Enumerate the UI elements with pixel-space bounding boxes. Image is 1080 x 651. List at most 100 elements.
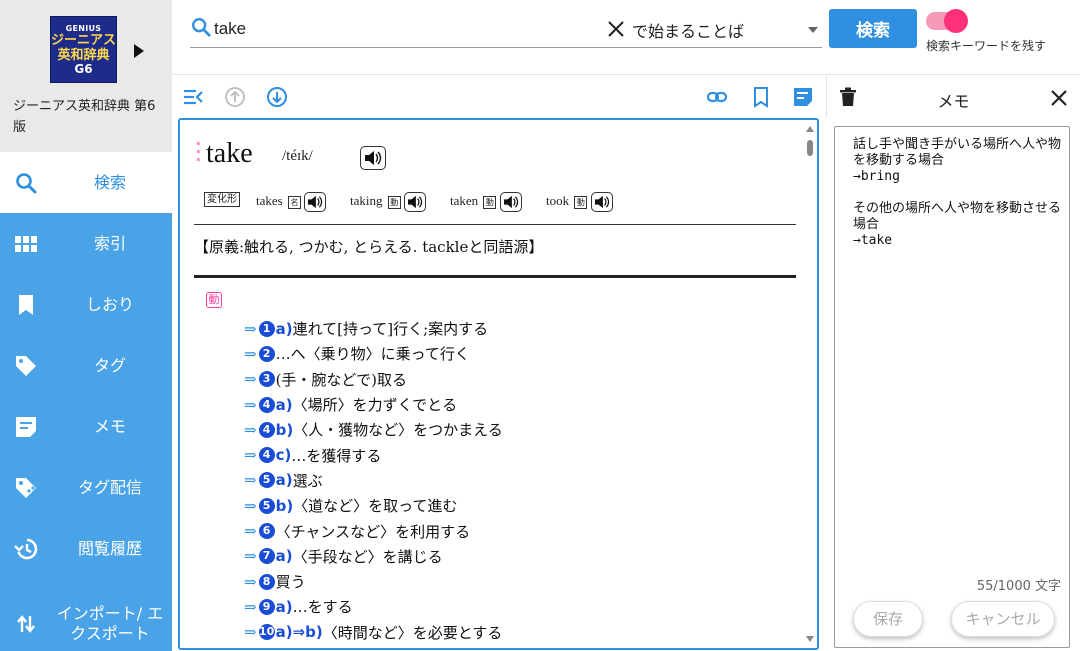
form-badge: 名 <box>287 195 301 209</box>
sidebar-item-label: タグ配信 <box>77 477 142 497</box>
pronunciation: /téɪk/ <box>282 148 313 164</box>
inflected-forms: 変化形 takes 名 taking 動 taken 動 took 動 <box>204 190 804 212</box>
sense-text: 買う <box>275 573 306 592</box>
divider <box>194 224 796 225</box>
headword: take <box>206 138 253 169</box>
sense-text: …を獲得する <box>291 446 382 465</box>
arrow-up-icon[interactable] <box>224 86 246 108</box>
sense-text: …へ〈乗り物〉に乗って行く <box>275 345 470 364</box>
sidebar-item-label: インポート/ エクスポート <box>56 603 164 643</box>
form-badge: 動 <box>483 195 497 209</box>
speaker-icon[interactable] <box>304 192 327 212</box>
sense-item[interactable]: ⇒ 2 …へ〈乗り物〉に乗って行く <box>244 341 784 366</box>
memo-header: メモ <box>826 76 1080 118</box>
logo-line-2: ジーニアス <box>51 32 117 48</box>
scrollbar[interactable] <box>803 120 817 648</box>
sense-item[interactable]: ⇒ 5 a) 選ぶ <box>244 468 784 493</box>
sense-item[interactable]: ⇒ 8 買う <box>244 569 784 594</box>
toc-collapse-icon[interactable] <box>182 86 204 108</box>
sense-arrow: ⇒ <box>244 446 257 465</box>
sense-sub: a)⇒b) <box>275 623 323 642</box>
sense-text: 〈人・獲物など〉をつかまえる <box>293 421 503 440</box>
entry-content[interactable]: * * * take /téɪk/ 変化形 takes 名 taking 動 tak… <box>178 118 819 650</box>
sense-number: 8 <box>258 573 275 590</box>
sense-item[interactable]: ⇒ 10 a)⇒b) 〈時間など〉を必要とする <box>244 620 784 645</box>
form-badge: 動 <box>574 195 588 209</box>
sense-item[interactable]: ⇒ 7 a) 〈手段など〉を講じる <box>244 544 784 569</box>
scroll-thumb[interactable] <box>807 140 813 156</box>
entry-toolbar <box>172 76 826 118</box>
search-mode-select[interactable]: で始まることば <box>630 10 822 48</box>
cancel-button[interactable]: キャンセル <box>951 601 1055 637</box>
sense-text: 〈時間など〉を必要とする <box>322 623 503 642</box>
chevron-down-icon <box>808 27 818 33</box>
sidebar-item-bookmarks[interactable]: しおり <box>0 274 172 335</box>
sense-sub: a) <box>275 547 293 566</box>
sense-arrow: ⇒ <box>244 395 257 414</box>
memo-textarea[interactable]: 話し手や聞き手がいる場所へ人や物を移動する場合 →bring その他の場所へ人や… <box>853 137 1063 249</box>
sense-item[interactable]: ⇒ 4 c) …を獲得する <box>244 442 784 467</box>
memo-icon[interactable] <box>792 86 814 108</box>
sense-number: 4 <box>258 421 275 438</box>
close-icon[interactable] <box>606 19 626 39</box>
sidebar-item-memo[interactable]: メモ <box>0 396 172 457</box>
save-button[interactable]: 保存 <box>853 601 923 637</box>
memo-editor[interactable]: 話し手や聞き手がいる場所へ人や物を移動する場合 →bring その他の場所へ人や… <box>834 126 1070 648</box>
sense-number: 4 <box>258 396 275 413</box>
close-icon[interactable] <box>1050 89 1068 107</box>
sense-item[interactable]: ⇒ 6 〈チャンスなど〉を利用する <box>244 518 784 543</box>
sidebar-item-label: しおり <box>85 294 134 314</box>
logo-line-3: 英和辞典 <box>57 47 110 63</box>
speaker-icon[interactable] <box>404 192 426 212</box>
form-word: taken <box>450 192 479 208</box>
sense-arrow: ⇒ <box>244 623 257 642</box>
sense-number: 10 <box>258 624 275 641</box>
sense-item[interactable]: ⇒ 4 a) 〈場所〉を力ずくでとる <box>244 392 784 417</box>
sidebar-item-tag-share[interactable]: タグ配信 <box>0 457 172 518</box>
speaker-icon[interactable] <box>590 192 613 212</box>
form-word: taking <box>350 192 383 208</box>
sense-sub: a) <box>275 471 293 490</box>
search-input[interactable] <box>214 16 584 42</box>
sense-number: 7 <box>258 548 275 565</box>
sense-text: 連れて[持って]行く;案内する <box>292 320 489 339</box>
arrow-down-icon[interactable] <box>266 86 288 108</box>
sidebar-item-tags[interactable]: タグ <box>0 335 172 396</box>
scroll-up-icon[interactable] <box>806 126 814 132</box>
sense-item[interactable]: ⇒ 1 a) 連れて[持って]行く;案内する <box>244 316 784 341</box>
sense-sub: a) <box>275 319 293 338</box>
divider <box>194 275 796 278</box>
sense-number: 9 <box>258 598 275 615</box>
sense-item[interactable]: ⇒ 4 b) 〈人・獲物など〉をつかまえる <box>244 417 784 442</box>
speaker-icon[interactable] <box>499 192 522 212</box>
play-icon[interactable] <box>134 44 144 58</box>
forms-badge: 変化形 <box>204 192 240 207</box>
sense-arrow: ⇒ <box>244 547 257 566</box>
keep-keyword-toggle[interactable] <box>926 9 968 33</box>
memo-icon <box>16 416 36 437</box>
sense-arrow: ⇒ <box>244 496 257 515</box>
sense-arrow: ⇒ <box>244 471 257 490</box>
sense-item[interactable]: ⇒ 3 (手・腕などで)取る <box>244 367 784 392</box>
scroll-down-icon[interactable] <box>806 636 814 642</box>
sidebar-item-history[interactable]: 閲覧履歴 <box>0 518 172 579</box>
bookmark-icon[interactable] <box>750 86 772 108</box>
sense-arrow: ⇒ <box>244 420 257 439</box>
sidebar-item-search[interactable]: 検索 <box>0 152 172 213</box>
grid-icon <box>15 235 37 252</box>
dictionary-logo[interactable]: GENIUS ジーニアス 英和辞典 G6 <box>50 16 117 83</box>
sidebar-item-label: 検索 <box>93 172 126 192</box>
search-button[interactable]: 検索 <box>829 9 917 48</box>
memo-char-count: 55/1000 文字 <box>976 579 1061 594</box>
sidebar-item-label: メモ <box>93 416 126 436</box>
sense-item[interactable]: ⇒ 5 b) 〈道など〉を取って進む <box>244 493 784 518</box>
speaker-icon[interactable] <box>360 146 386 170</box>
sidebar-item-index[interactable]: 索引 <box>0 213 172 274</box>
search-mode-value: で始まることば <box>632 22 745 41</box>
search-icon <box>16 172 37 193</box>
sense-item[interactable]: ⇒ 9 a) …をする <box>244 594 784 619</box>
dictionary-header: GENIUS ジーニアス 英和辞典 G6 ジーニアス英和辞典 第6版 <box>0 0 172 152</box>
sense-arrow: ⇒ <box>244 319 257 338</box>
sidebar-item-import-export[interactable]: インポート/ エクスポート <box>0 596 172 651</box>
link-icon[interactable] <box>706 86 728 108</box>
